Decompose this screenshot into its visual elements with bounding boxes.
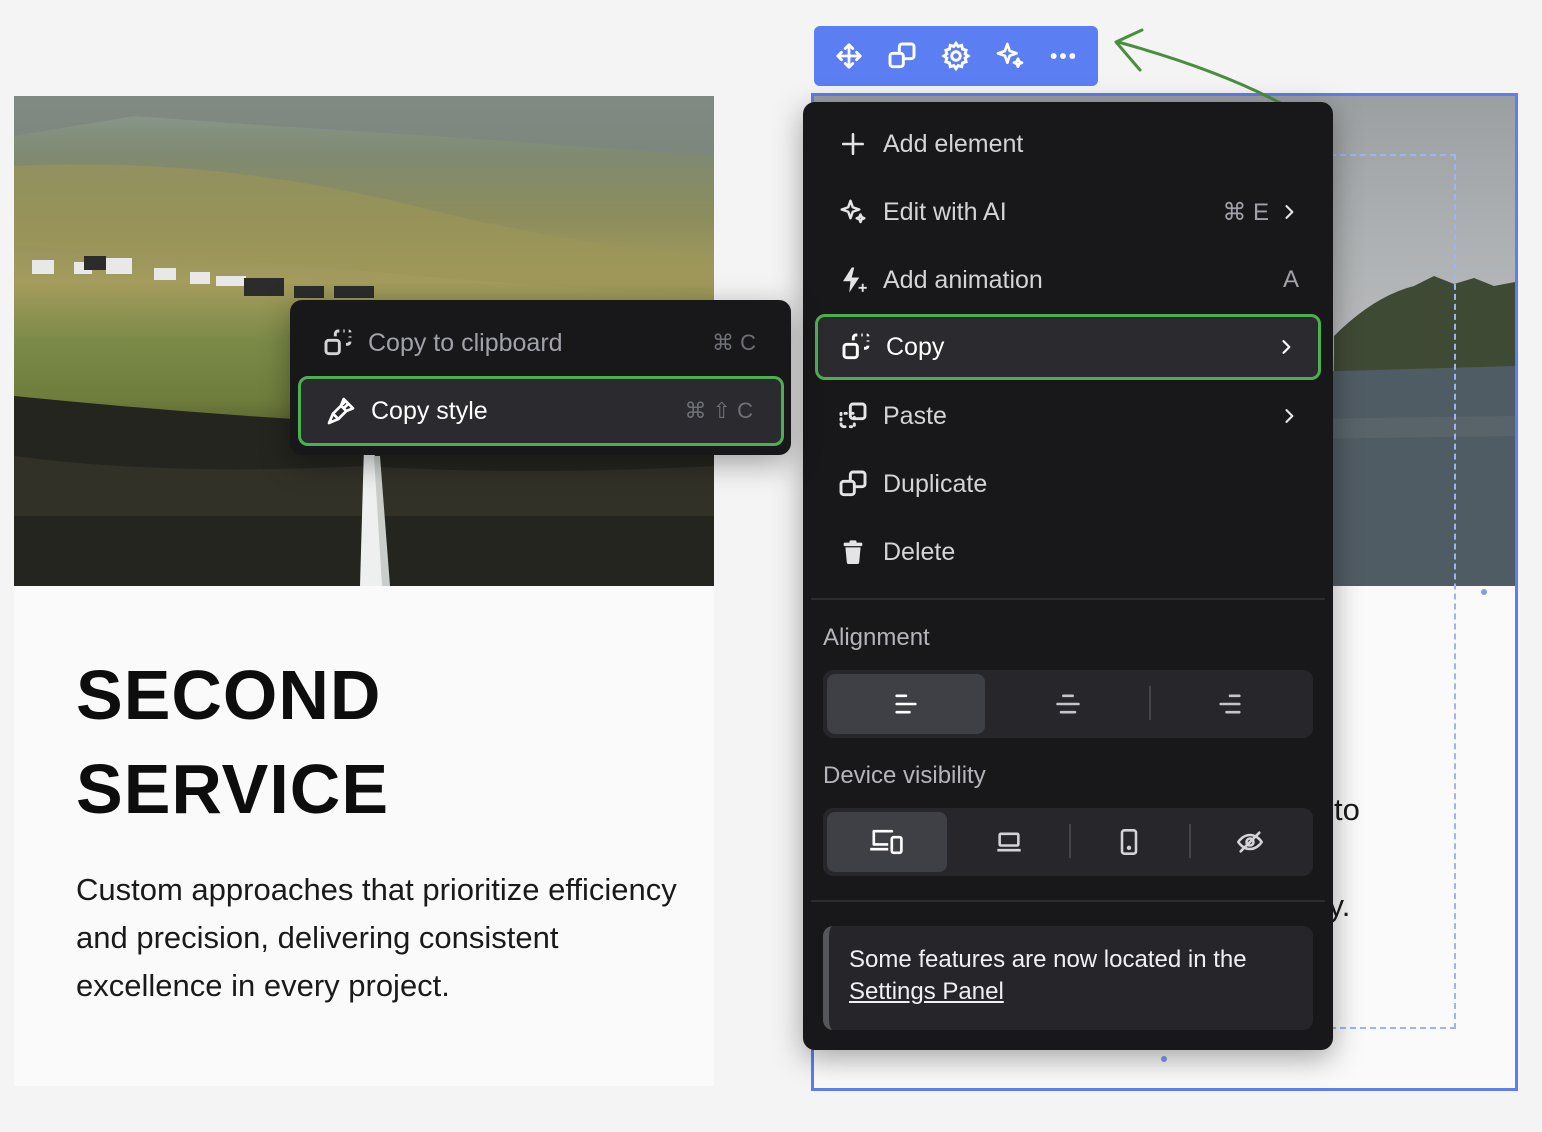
- move-icon[interactable]: [829, 36, 869, 76]
- menu-item-add-animation[interactable]: Add animation A: [815, 249, 1321, 311]
- menu-item-label: Duplicate: [883, 469, 988, 498]
- chevron-right-icon: [1285, 205, 1294, 219]
- hidden-button[interactable]: [1191, 812, 1309, 872]
- card-title: SECOND SERVICE: [76, 648, 389, 836]
- all-devices-icon: [870, 829, 903, 855]
- submenu-item-copy-to-clipboard[interactable]: Copy to clipboard ⌘ C: [298, 308, 784, 378]
- card-title-line1: SECOND: [76, 656, 382, 734]
- card-description: Custom approaches that prioritize effici…: [76, 872, 677, 1003]
- animation-icon: [835, 262, 871, 298]
- copy-submenu: Copy to clipboard ⌘ C Copy style ⌘ ⇧ C: [290, 300, 791, 455]
- menu-item-label: Copy: [886, 332, 945, 361]
- align-center-icon: [1056, 694, 1080, 714]
- settings-panel-link[interactable]: Settings Panel: [849, 978, 1293, 1006]
- more-icon[interactable]: [1043, 36, 1083, 76]
- mobile-button[interactable]: [1071, 812, 1187, 872]
- ai-sparkle-icon[interactable]: [990, 36, 1030, 76]
- mobile-icon: [1120, 829, 1138, 855]
- align-left-icon: [895, 694, 917, 714]
- notice-text: Some features are now located in the: [849, 946, 1247, 973]
- menu-item-label: Add element: [883, 129, 1024, 158]
- submenu-item-copy-style[interactable]: Copy style ⌘ ⇧ C: [298, 376, 784, 446]
- menu-divider: [811, 598, 1325, 600]
- ai-sparkle-icon: [835, 194, 871, 230]
- plus-icon: [835, 126, 871, 162]
- menu-item-label: Edit with AI: [883, 197, 1007, 226]
- paintbrush-icon: [323, 393, 359, 429]
- all-devices-button[interactable]: [827, 812, 947, 872]
- device-visibility-segmented-control: [823, 808, 1313, 876]
- paste-icon: [835, 398, 871, 434]
- settings-notice: Some features are now located in the Set…: [823, 926, 1313, 1030]
- menu-item-copy[interactable]: Copy: [815, 314, 1321, 380]
- device-visibility-label: Device visibility: [823, 762, 986, 789]
- card-title-line2: SERVICE: [76, 750, 390, 828]
- copy-icon: [320, 325, 356, 361]
- settings-icon[interactable]: [936, 36, 976, 76]
- alignment-label: Alignment: [823, 624, 930, 651]
- menu-item-label: Delete: [883, 537, 956, 566]
- align-right-button[interactable]: [1151, 674, 1309, 734]
- submenu-item-label: Copy style: [371, 396, 488, 425]
- menu-item-paste[interactable]: Paste: [815, 385, 1321, 447]
- copy-icon: [838, 329, 874, 365]
- element-toolbar: [814, 26, 1098, 86]
- desktop-button[interactable]: [951, 812, 1067, 872]
- submenu-item-label: Copy to clipboard: [368, 328, 563, 357]
- menu-item-label: Add animation: [883, 265, 1043, 294]
- menu-item-duplicate[interactable]: Duplicate: [815, 453, 1321, 515]
- laptop-icon: [997, 832, 1021, 852]
- chevron-right-icon: [1285, 409, 1294, 423]
- menu-divider: [811, 900, 1325, 902]
- shortcut-label: ⌘ C: [712, 330, 756, 355]
- shortcut-label: ⌘ ⇧ C: [684, 398, 753, 423]
- align-right-icon: [1219, 694, 1241, 714]
- menu-item-add-element[interactable]: Add element: [815, 113, 1321, 175]
- resize-handle[interactable]: [1481, 589, 1487, 595]
- align-center-button[interactable]: [989, 674, 1147, 734]
- menu-item-edit-with-ai[interactable]: Edit with AI ⌘ E: [815, 181, 1321, 243]
- duplicate-icon[interactable]: [882, 36, 922, 76]
- menu-item-delete[interactable]: Delete: [815, 521, 1321, 583]
- service-card-second[interactable]: SECOND SERVICE Custom approaches that pr…: [14, 96, 714, 1086]
- eye-off-icon: [1236, 831, 1264, 853]
- align-left-button[interactable]: [827, 674, 985, 734]
- shortcut-label: A: [1282, 266, 1299, 293]
- duplicate-icon: [835, 466, 871, 502]
- shortcut-label: ⌘ E: [1222, 198, 1269, 226]
- chevron-right-icon: [1282, 340, 1291, 354]
- context-menu: Add element Edit with AI ⌘ E Add animati…: [803, 102, 1333, 1050]
- alignment-segmented-control: [823, 670, 1313, 738]
- resize-handle[interactable]: [1161, 1056, 1167, 1062]
- trash-icon: [835, 534, 871, 570]
- menu-item-label: Paste: [883, 401, 947, 430]
